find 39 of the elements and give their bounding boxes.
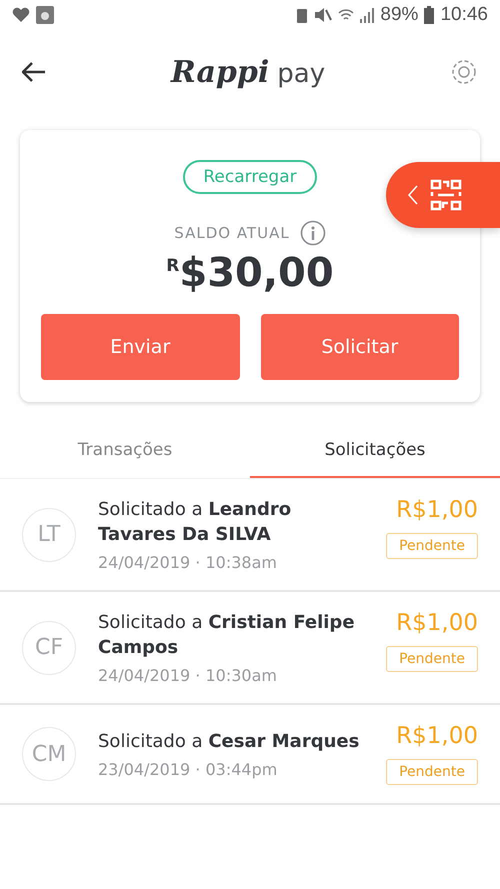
mute-icon bbox=[314, 7, 332, 23]
request-description: Solicitado a Cesar Marques bbox=[98, 730, 360, 754]
request-description: Solicitado a Leandro Tavares Da SILVA bbox=[98, 498, 292, 547]
request-description: Solicitado a Cristian Felipe Campos bbox=[98, 611, 356, 660]
request-date: 24/04/2019 · 10:38am bbox=[98, 553, 278, 572]
tab[interactable]: Solicitações bbox=[250, 424, 500, 478]
photo-icon bbox=[36, 6, 54, 24]
request-amount: R$1,00 bbox=[396, 610, 478, 636]
request-amount: R$1,00 bbox=[396, 497, 478, 523]
qr-code-icon bbox=[430, 179, 462, 211]
info-icon[interactable] bbox=[300, 220, 326, 246]
settings-icon[interactable] bbox=[450, 58, 478, 86]
battery-saver-icon bbox=[296, 7, 308, 23]
chevron-icon bbox=[408, 185, 418, 205]
request-amount: R$1,00 bbox=[396, 723, 478, 749]
clock: 10:46 bbox=[440, 4, 488, 26]
heart-icon bbox=[12, 7, 30, 23]
qr-tab[interactable] bbox=[386, 162, 500, 228]
logo-suffix: pay bbox=[277, 58, 326, 88]
status-tag: Pendente bbox=[386, 759, 478, 785]
avatar: CF bbox=[22, 620, 76, 674]
avatar: LT bbox=[22, 508, 76, 562]
battery-percent: 89% bbox=[380, 4, 418, 26]
back-icon[interactable] bbox=[22, 62, 46, 82]
balance-label: SALDO ATUAL bbox=[174, 224, 290, 242]
action-button[interactable]: Solicitar bbox=[260, 314, 459, 380]
avatar: CM bbox=[22, 727, 76, 781]
logo: Rappi bbox=[170, 54, 270, 90]
currency-mark: R bbox=[166, 256, 180, 276]
status-tag: Pendente bbox=[386, 533, 478, 559]
signal-icon bbox=[360, 7, 374, 23]
battery-icon bbox=[424, 6, 434, 24]
balance-amount: $30,00 bbox=[179, 250, 334, 296]
action-button[interactable]: Enviar bbox=[41, 314, 240, 380]
request-date: 24/04/2019 · 10:30am bbox=[98, 666, 278, 685]
status-tag: Pendente bbox=[386, 646, 478, 672]
tab[interactable]: Transações bbox=[0, 424, 250, 478]
recharge-button[interactable]: Recarregar bbox=[183, 160, 317, 194]
request-date: 23/04/2019 · 03:44pm bbox=[98, 760, 278, 779]
